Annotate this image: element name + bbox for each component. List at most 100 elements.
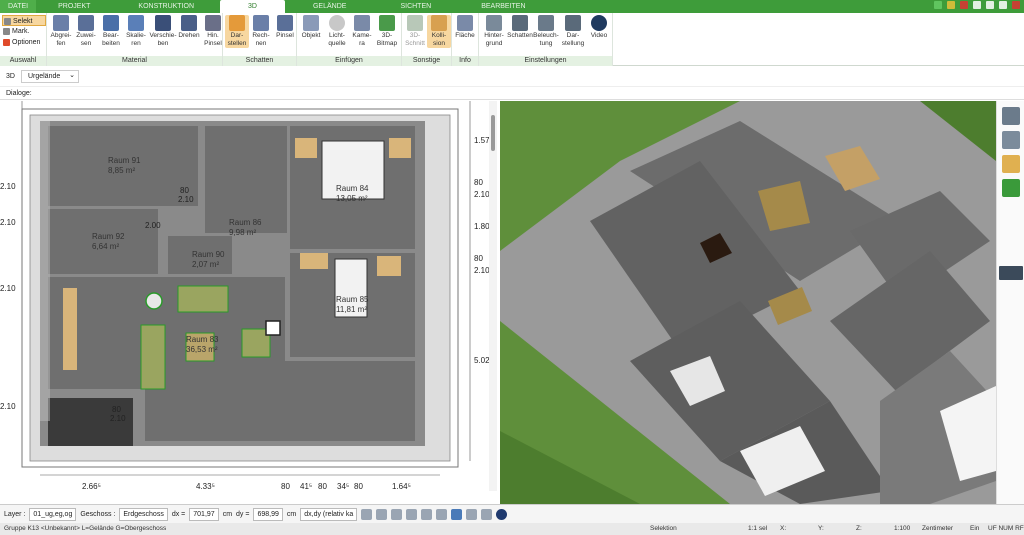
group-title-auswahl: Auswahl bbox=[0, 56, 46, 66]
schatten-pinsel-button[interactable]: Pinsel bbox=[273, 15, 297, 40]
door-label: 2.10 bbox=[178, 195, 194, 204]
selekt-button[interactable]: Selekt bbox=[2, 15, 46, 26]
paint-bucket-icon bbox=[78, 15, 94, 31]
ortho-icon[interactable] bbox=[391, 508, 403, 520]
view-3d[interactable] bbox=[500, 101, 996, 504]
room-91-area: 8,85 m² bbox=[108, 166, 135, 175]
info-icon[interactable] bbox=[960, 1, 968, 9]
layer-select[interactable]: 01_ug,eg,og bbox=[29, 507, 77, 521]
video-button[interactable]: Video bbox=[587, 15, 611, 40]
nightstand-right[interactable] bbox=[389, 138, 411, 158]
background-icon bbox=[486, 15, 502, 31]
drehen-button[interactable]: Drehen bbox=[177, 15, 201, 40]
optionen-button[interactable]: Optionen bbox=[2, 37, 46, 48]
cabinet[interactable] bbox=[377, 256, 401, 276]
tool-icon[interactable] bbox=[934, 1, 942, 9]
sofa[interactable] bbox=[177, 285, 229, 313]
plan-scroll-thumb[interactable] bbox=[491, 115, 495, 151]
tab-konstruktion[interactable]: KONSTRUKTION bbox=[112, 0, 220, 13]
beleuchtung-button[interactable]: Beleuch- tung bbox=[533, 15, 559, 48]
section-cut-icon bbox=[407, 15, 423, 31]
bearbeiten-button[interactable]: Bear- beiten bbox=[99, 15, 123, 48]
table-icon[interactable] bbox=[481, 508, 493, 520]
kollision-button[interactable]: Kolli- sion bbox=[427, 15, 451, 48]
group-title-info: Info bbox=[452, 56, 478, 66]
verschieben-button[interactable]: Verschie- ben bbox=[149, 15, 177, 48]
zuweisen-button[interactable]: Zuwei- sen bbox=[74, 15, 98, 48]
geschoss-select[interactable]: Erdgeschoss bbox=[119, 507, 168, 521]
floor-plan-canvas[interactable]: Raum 91 8,85 m² Raum 92 6,64 m² Raum 90 … bbox=[0, 101, 497, 491]
object-chair-icon bbox=[303, 15, 319, 31]
skalieren-button[interactable]: Skalie- ren bbox=[124, 15, 148, 48]
objekt-button[interactable]: Objekt bbox=[299, 15, 323, 40]
layers-icon[interactable] bbox=[1001, 107, 1020, 125]
abgreifen-button[interactable]: Abgrei- fen bbox=[49, 15, 73, 48]
scale-ratio: 1:100 bbox=[894, 525, 911, 532]
darstellen-button[interactable]: Dar- stellen bbox=[225, 15, 249, 48]
view-bar: 3D Urgelände bbox=[0, 67, 1024, 85]
tree-icon[interactable] bbox=[1001, 179, 1020, 197]
dy-input[interactable]: 698,99 bbox=[253, 507, 283, 521]
dx-input[interactable]: 701,97 bbox=[189, 507, 219, 521]
cube-icon[interactable] bbox=[451, 508, 463, 520]
schnitt-3d-button[interactable]: 3D- Schnitt bbox=[403, 15, 427, 48]
tab-sichten[interactable]: SICHTEN bbox=[374, 0, 457, 13]
hin-pinsel-button[interactable]: Hin. Pinsel bbox=[201, 15, 225, 48]
tab-datei[interactable]: DATEI bbox=[0, 0, 37, 13]
minimize-icon[interactable] bbox=[986, 1, 994, 9]
materials-icon[interactable] bbox=[1001, 155, 1020, 173]
tab-3d[interactable]: 3D bbox=[220, 0, 285, 13]
einst-schatten-button[interactable]: Schatten bbox=[507, 15, 533, 40]
nightstand-left[interactable] bbox=[295, 138, 317, 158]
tab-projekt[interactable]: PROJEKT bbox=[36, 0, 112, 13]
y-coord: Y: bbox=[818, 525, 824, 532]
hamburger-menu-icon[interactable] bbox=[999, 266, 1023, 280]
layer-dropdown[interactable]: Urgelände bbox=[20, 69, 79, 83]
group-material: Abgrei- fen Zuwei- sen Bear- beiten Skal… bbox=[47, 13, 223, 66]
plan-scrollbar[interactable] bbox=[489, 101, 497, 491]
view-mode-label: 3D bbox=[6, 72, 15, 80]
house-shadow-icon bbox=[512, 15, 528, 31]
house-light-icon bbox=[538, 15, 554, 31]
kamera-button[interactable]: Kame- ra bbox=[350, 15, 374, 48]
grid-icon[interactable] bbox=[406, 508, 418, 520]
kitchen-counter[interactable] bbox=[63, 288, 77, 370]
chair-icon[interactable] bbox=[1001, 131, 1020, 149]
mark-button[interactable]: Mark. bbox=[2, 26, 46, 37]
room-91-label: Raum 91 bbox=[108, 156, 141, 165]
angle-icon[interactable] bbox=[421, 508, 433, 520]
help-icon[interactable] bbox=[947, 1, 955, 9]
close-icon[interactable] bbox=[1012, 1, 1020, 9]
group-info: Gruppe K13 <Unbekannt> L=Gelände G=Oberg… bbox=[4, 525, 167, 532]
north-icon[interactable] bbox=[496, 508, 508, 520]
monitor-icon[interactable] bbox=[376, 508, 388, 520]
stove-icon[interactable] bbox=[265, 320, 281, 336]
layers-icon[interactable] bbox=[436, 508, 448, 520]
ribbon: Selekt Mark. Optionen Auswahl Abgrei- fe… bbox=[0, 13, 1024, 66]
lichtquelle-button[interactable]: Licht- quelle bbox=[325, 15, 349, 48]
coord-mode-select[interactable]: dx,dy (relativ ka bbox=[300, 507, 358, 521]
rechnen-button[interactable]: Rech- nen bbox=[249, 15, 273, 48]
tab-bearbeiten[interactable]: BEARBEITEN bbox=[457, 0, 549, 13]
hintergrund-button[interactable]: Hinter- grund bbox=[481, 15, 507, 48]
left-dim: 2.10 bbox=[0, 402, 16, 411]
desk[interactable] bbox=[300, 253, 328, 269]
flaeche-button[interactable]: Fläche bbox=[453, 15, 477, 40]
lock-icon[interactable] bbox=[466, 508, 478, 520]
plant-icon[interactable] bbox=[145, 292, 163, 310]
dx-unit: cm bbox=[222, 510, 233, 518]
tab-gelaende[interactable]: GELÄNDE bbox=[285, 0, 374, 13]
view-3d-canvas[interactable] bbox=[500, 101, 996, 504]
settings-icon[interactable] bbox=[973, 1, 981, 9]
snap-icon[interactable] bbox=[361, 508, 373, 520]
sofa-long[interactable] bbox=[140, 324, 166, 390]
bitmap-3d-button[interactable]: 3D- Bitmap bbox=[375, 15, 399, 48]
monitor-icon bbox=[565, 15, 581, 31]
group-sonstige: 3D- Schnitt Kolli- sion Sonstige bbox=[402, 13, 452, 66]
dx-label: dx = bbox=[171, 510, 186, 518]
maximize-icon[interactable] bbox=[999, 1, 1007, 9]
room-86-floor[interactable] bbox=[205, 126, 287, 233]
room-83-floor-lower[interactable] bbox=[145, 361, 415, 441]
floor-plan-view[interactable]: Raum 91 8,85 m² Raum 92 6,64 m² Raum 90 … bbox=[0, 101, 497, 491]
einst-darstellung-button[interactable]: Dar- stellung bbox=[561, 15, 585, 48]
